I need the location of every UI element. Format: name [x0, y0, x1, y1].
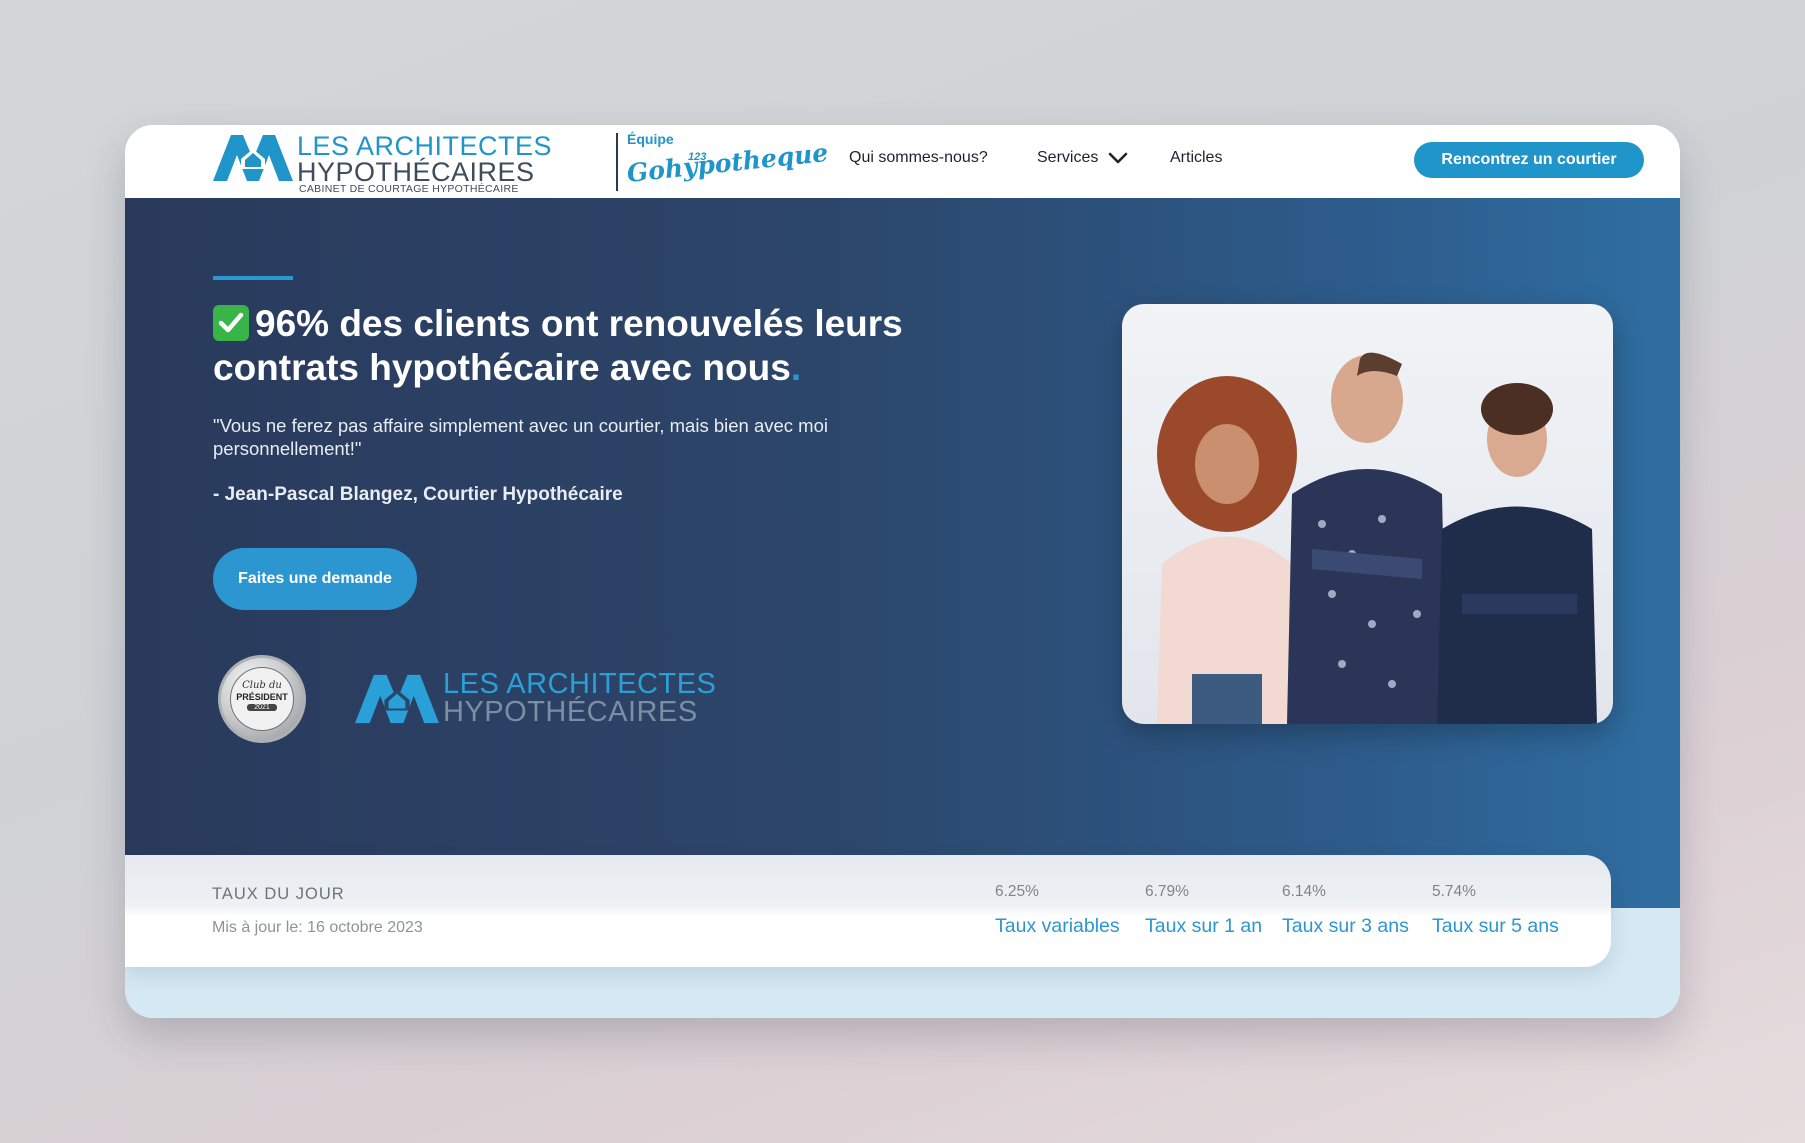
rates-updated: Mis à jour le: 16 octobre 2023 [212, 919, 423, 936]
partner-logo-line2: HYPOTHÉCAIRES [443, 696, 698, 728]
nav-services[interactable]: Services [1037, 149, 1128, 167]
logo-tagline: CABINET DE COURTAGE HYPOTHÉCAIRE [299, 183, 519, 195]
rate-variable[interactable]: 6.25% Taux variables [995, 883, 1120, 938]
hero-title: 96% des clients ont renouvelés leurs con… [213, 302, 933, 390]
nav-services-label: Services [1037, 149, 1099, 166]
rates-card: TAUX DU JOUR Mis à jour le: 16 octobre 2… [125, 855, 1611, 967]
rate-value: 6.14% [1282, 883, 1326, 900]
check-mark-icon [213, 305, 249, 341]
site-logo[interactable]: LES ARCHITECTES HYPOTHÉCAIRES CABINET DE… [213, 129, 829, 195]
browser-window: LES ARCHITECTES HYPOTHÉCAIRES CABINET DE… [125, 125, 1680, 1018]
request-button[interactable]: Faites une demande [213, 548, 417, 610]
rate-value: 6.79% [1145, 883, 1189, 900]
badge-club-text: Club du [242, 680, 282, 691]
meet-broker-button[interactable]: Rencontrez un courtier [1414, 142, 1644, 178]
rate-1-year[interactable]: 6.79% Taux sur 1 an [1145, 883, 1262, 938]
badge-inner: Club du PRÉSIDENT 2021 [230, 667, 294, 731]
rate-label: Taux sur 1 an [1145, 915, 1263, 937]
nav-about[interactable]: Qui sommes-nous? [849, 149, 988, 167]
hero-section: 96% des clients ont renouvelés leurs con… [125, 198, 1680, 908]
chevron-down-icon [1109, 152, 1128, 164]
badge-year: 2021 [247, 704, 277, 711]
badge-president-text: PRÉSIDENT [236, 692, 288, 702]
rate-value: 5.74% [1432, 883, 1476, 900]
president-club-badge: Club du PRÉSIDENT 2021 [218, 655, 306, 743]
logo-team-label: Équipe [627, 131, 674, 147]
hero-quote: "Vous ne ferez pas affaire simplement av… [213, 415, 828, 459]
partner-logo-mark-icon [355, 674, 439, 724]
rates-title: TAUX DU JOUR [212, 885, 345, 903]
team-photo-illustration [1157, 352, 1597, 724]
rate-3-years[interactable]: 6.14% Taux sur 3 ans [1282, 883, 1409, 938]
site-header: LES ARCHITECTES HYPOTHÉCAIRES CABINET DE… [125, 125, 1680, 198]
partner-logo: LES ARCHITECTES HYPOTHÉCAIRES [355, 668, 716, 728]
rate-value: 6.25% [995, 883, 1039, 900]
hero-author: - Jean-Pascal Blangez, Courtier Hypothéc… [213, 484, 623, 505]
rate-label: Taux sur 5 ans [1432, 915, 1559, 937]
logo-mark-icon [213, 135, 293, 181]
nav-articles[interactable]: Articles [1170, 149, 1222, 167]
rate-label: Taux sur 3 ans [1282, 915, 1409, 937]
team-photo [1122, 304, 1613, 724]
logo-divider [616, 133, 618, 191]
rate-5-years[interactable]: 5.74% Taux sur 5 ans [1432, 883, 1559, 938]
hero-title-dot: . [790, 347, 802, 388]
hero-accent-bar [213, 276, 293, 280]
rate-label: Taux variables [995, 915, 1120, 937]
